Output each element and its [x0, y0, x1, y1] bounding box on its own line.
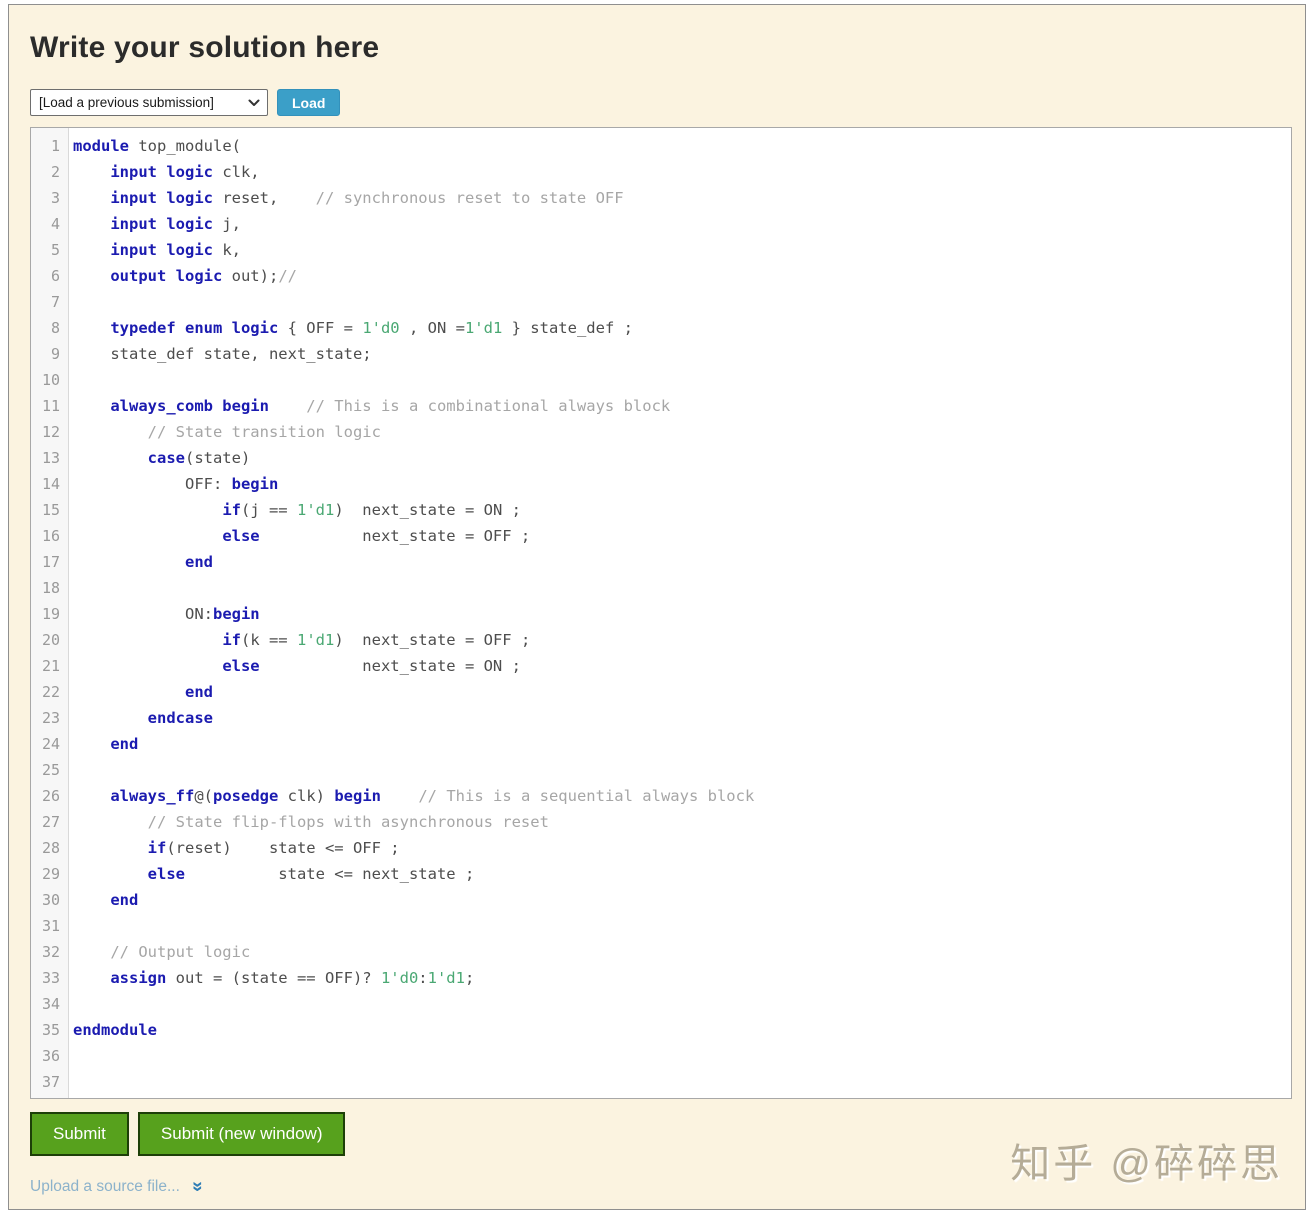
line-number: 18: [31, 575, 68, 601]
code-line[interactable]: // State transition logic: [73, 419, 1291, 445]
watermark: 知乎 @碎碎思: [1010, 1131, 1283, 1189]
line-number: 22: [31, 679, 68, 705]
code-line[interactable]: else state <= next_state ;: [73, 861, 1291, 887]
line-number: 32: [31, 939, 68, 965]
code-line[interactable]: else next_state = ON ;: [73, 653, 1291, 679]
code-line[interactable]: endmodule: [73, 1017, 1291, 1043]
line-number: 21: [31, 653, 68, 679]
load-button[interactable]: Load: [277, 89, 340, 116]
line-number: 6: [31, 263, 68, 289]
line-number: 25: [31, 757, 68, 783]
line-number: 28: [31, 835, 68, 861]
upload-source-link[interactable]: Upload a source file...: [30, 1178, 180, 1196]
submit-new-window-button[interactable]: Submit (new window): [138, 1112, 346, 1156]
code-line[interactable]: assign out = (state == OFF)? 1'd0:1'd1;: [73, 965, 1291, 991]
code-line[interactable]: input logic j,: [73, 211, 1291, 237]
line-number: 4: [31, 211, 68, 237]
code-line[interactable]: [73, 367, 1291, 393]
line-number: 16: [31, 523, 68, 549]
page-title: Write your solution here: [30, 31, 1284, 65]
code-line[interactable]: if(reset) state <= OFF ;: [73, 835, 1291, 861]
code-line[interactable]: else next_state = OFF ;: [73, 523, 1291, 549]
line-number: 12: [31, 419, 68, 445]
line-number: 5: [31, 237, 68, 263]
code-line[interactable]: // Output logic: [73, 939, 1291, 965]
previous-submission-select[interactable]: [Load a previous submission]: [30, 89, 268, 116]
line-number: 1: [31, 133, 68, 159]
code-line[interactable]: [73, 991, 1291, 1017]
code-line[interactable]: end: [73, 887, 1291, 913]
line-number: 3: [31, 185, 68, 211]
line-number: 36: [31, 1043, 68, 1069]
code-line[interactable]: if(j == 1'd1) next_state = ON ;: [73, 497, 1291, 523]
line-number: 29: [31, 861, 68, 887]
line-number: 15: [31, 497, 68, 523]
submit-button[interactable]: Submit: [30, 1112, 129, 1156]
code-line[interactable]: input logic reset, // synchronous reset …: [73, 185, 1291, 211]
line-number: 24: [31, 731, 68, 757]
line-number: 26: [31, 783, 68, 809]
code-line[interactable]: ON:begin: [73, 601, 1291, 627]
line-number: 19: [31, 601, 68, 627]
line-number: 10: [31, 367, 68, 393]
code-line[interactable]: always_comb begin // This is a combinati…: [73, 393, 1291, 419]
code-line[interactable]: module top_module(: [73, 133, 1291, 159]
line-number: 34: [31, 991, 68, 1017]
code-line[interactable]: [73, 575, 1291, 601]
solution-panel: Write your solution here [Load a previou…: [8, 4, 1306, 1210]
code-line[interactable]: always_ff@(posedge clk) begin // This is…: [73, 783, 1291, 809]
line-number: 9: [31, 341, 68, 367]
code-line[interactable]: input logic clk,: [73, 159, 1291, 185]
code-line[interactable]: [73, 757, 1291, 783]
code-line[interactable]: end: [73, 731, 1291, 757]
code-lines[interactable]: module top_module( input logic clk, inpu…: [69, 128, 1291, 1098]
code-line[interactable]: end: [73, 679, 1291, 705]
code-line[interactable]: typedef enum logic { OFF = 1'd0 , ON =1'…: [73, 315, 1291, 341]
previous-submission-select-value: [Load a previous submission]: [39, 95, 214, 110]
code-line[interactable]: // State flip-flops with asynchronous re…: [73, 809, 1291, 835]
load-controls: [Load a previous submission] Load: [30, 89, 1284, 116]
line-number: 35: [31, 1017, 68, 1043]
code-line[interactable]: [73, 1069, 1291, 1095]
line-number: 7: [31, 289, 68, 315]
code-line[interactable]: end: [73, 549, 1291, 575]
line-number: 23: [31, 705, 68, 731]
code-line[interactable]: state_def state, next_state;: [73, 341, 1291, 367]
line-number: 11: [31, 393, 68, 419]
line-number: 20: [31, 627, 68, 653]
code-line[interactable]: [73, 1043, 1291, 1069]
code-line[interactable]: [73, 289, 1291, 315]
code-line[interactable]: endcase: [73, 705, 1291, 731]
line-number: 17: [31, 549, 68, 575]
chevron-down-icon: [248, 99, 260, 107]
double-chevron-down-icon[interactable]: »: [188, 1181, 207, 1192]
line-number: 30: [31, 887, 68, 913]
line-number: 14: [31, 471, 68, 497]
line-number: 31: [31, 913, 68, 939]
gutter: 1234567891011121314151617181920212223242…: [31, 128, 69, 1098]
code-line[interactable]: input logic k,: [73, 237, 1291, 263]
code-editor[interactable]: 1234567891011121314151617181920212223242…: [30, 127, 1292, 1099]
line-number: 8: [31, 315, 68, 341]
line-number: 33: [31, 965, 68, 991]
code-line[interactable]: OFF: begin: [73, 471, 1291, 497]
code-line[interactable]: output logic out);//: [73, 263, 1291, 289]
line-number: 37: [31, 1069, 68, 1095]
code-line[interactable]: case(state): [73, 445, 1291, 471]
line-number: 27: [31, 809, 68, 835]
line-number: 13: [31, 445, 68, 471]
code-line[interactable]: [73, 913, 1291, 939]
code-line[interactable]: if(k == 1'd1) next_state = OFF ;: [73, 627, 1291, 653]
line-number: 2: [31, 159, 68, 185]
